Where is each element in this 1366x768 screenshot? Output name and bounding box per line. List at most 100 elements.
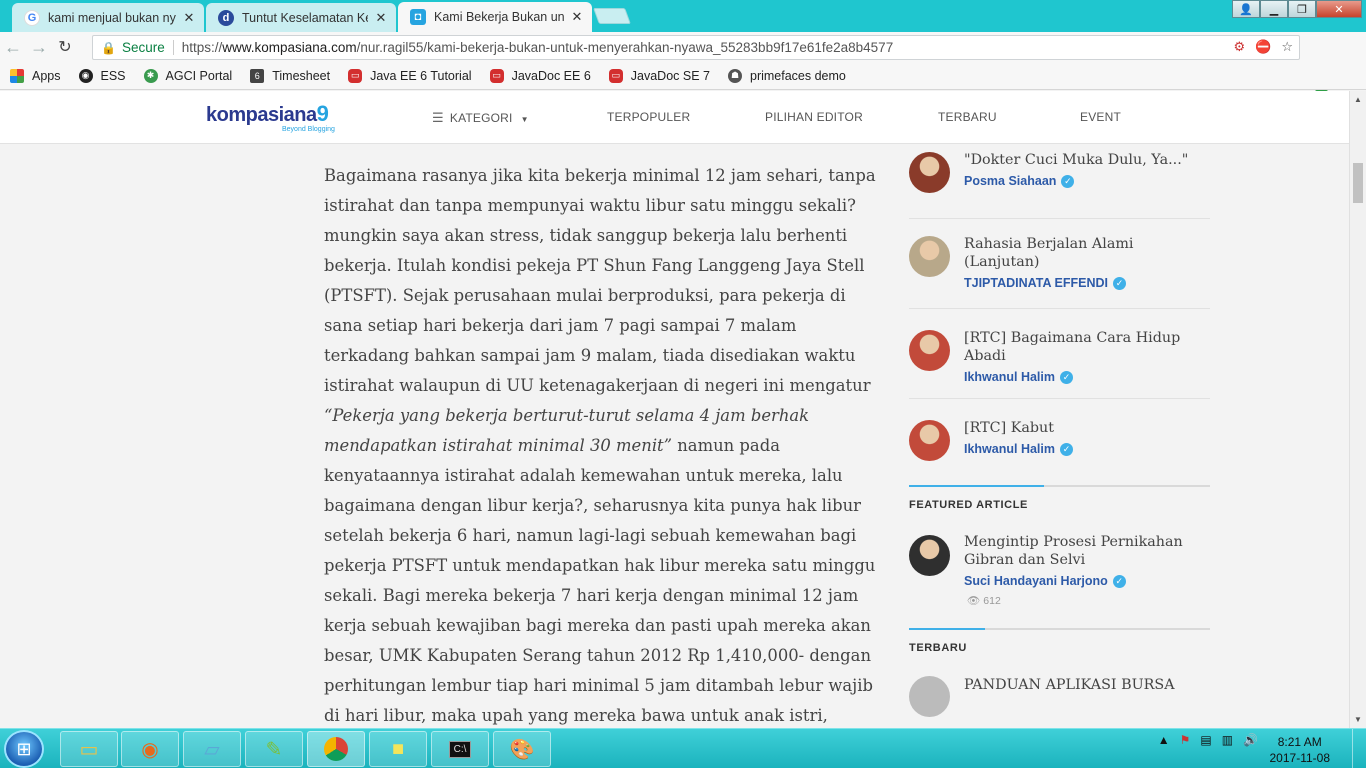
apps-grid-icon (10, 68, 24, 83)
scroll-thumb[interactable] (1353, 163, 1363, 203)
oracle-icon: ▭ (348, 68, 363, 83)
author-link[interactable]: Suci Handayani Harjono ✓ (964, 574, 1210, 588)
featured-article-title[interactable]: Mengintip Prosesi Pernikahan Gibran dan … (964, 533, 1210, 569)
tray-device-icon[interactable]: ▤ (1200, 733, 1211, 747)
close-tab-icon[interactable]: ✕ (374, 10, 388, 26)
taskbar-explorer[interactable]: ▭ (60, 731, 118, 767)
nav-label: KATEGORI (449, 111, 513, 125)
kompasiana-logo[interactable]: kompasiana9 Beyond Blogging (206, 101, 335, 133)
url-scheme: https:// (181, 40, 223, 55)
profile-button[interactable]: 👤 (1232, 0, 1260, 18)
ess-icon: ◉ (78, 68, 93, 83)
latest-article[interactable]: PANDUAN APLIKASI BURSA (909, 654, 1210, 717)
sidebar-article[interactable]: [RTC] Kabut Ikhwanul Halim ✓ (909, 399, 1210, 474)
heading-accent (909, 628, 985, 630)
bookmark-star-icon[interactable]: ☆ (1281, 39, 1293, 55)
show-desktop-button[interactable] (1352, 729, 1366, 768)
author-link[interactable]: Ikhwanul Halim ✓ (964, 370, 1210, 384)
avatar (909, 420, 950, 461)
bookmark-timesheet[interactable]: 6 Timesheet (250, 68, 330, 83)
address-bar[interactable]: 🔒 Secure https://www.kompasiana.com/nur.… (92, 35, 1300, 60)
taskbar-firefox[interactable]: ◉ (121, 731, 179, 767)
tab-kompasiana-active[interactable]: ◘ Kami Bekerja Bukan untu ✕ (398, 2, 592, 32)
bookmark-java-ee6-tutorial[interactable]: ▭ Java EE 6 Tutorial (348, 68, 472, 83)
new-tab-button[interactable] (593, 8, 631, 24)
scroll-up-icon[interactable]: ▲ (1354, 95, 1362, 104)
author-link[interactable]: Posma Siahaan ✓ (964, 174, 1210, 188)
tab-tuntut-keselamatan[interactable]: d Tuntut Keselamatan Kerja ✕ (206, 3, 396, 32)
oracle-icon: ▭ (489, 68, 504, 83)
verified-icon: ✓ (1112, 276, 1126, 290)
bookmark-ess[interactable]: ◉ ESS (78, 68, 126, 83)
bookmark-primefaces-demo[interactable]: ☗ primefaces demo (728, 68, 846, 83)
url-host: www.kompasiana.com (222, 40, 357, 55)
popup-blocked-icon[interactable]: ⛔ (1255, 39, 1271, 55)
close-tab-icon[interactable]: ✕ (570, 9, 584, 25)
taskbar-notepadpp[interactable]: ✎ (245, 731, 303, 767)
bookmark-label: ESS (100, 68, 126, 83)
latest-heading: TERBARU (909, 628, 1210, 654)
avatar (909, 676, 950, 717)
tab-title: kami menjual bukan nya (48, 10, 176, 25)
avatar (909, 330, 950, 371)
taskbar-notepad[interactable]: ▱ (183, 731, 241, 767)
browser-toolbar: ← → ↻ 🔒 Secure https://www.kompasiana.co… (0, 32, 1366, 91)
taskbar-paint[interactable]: 🎨 (493, 731, 551, 767)
taskbar-chrome[interactable] (307, 731, 365, 767)
sticky-notes-icon: ■ (391, 737, 405, 760)
timesheet-icon: 6 (250, 68, 265, 83)
sidebar-article-title[interactable]: "Dokter Cuci Muka Dulu, Ya..." (964, 151, 1210, 169)
bookmark-agci-portal[interactable]: ✱ AGCI Portal (143, 68, 233, 83)
close-window-button[interactable]: ✕ (1316, 0, 1362, 18)
view-count: 👁 612 (967, 594, 1210, 607)
bookmark-javadoc-se7[interactable]: ▭ JavaDoc SE 7 (608, 68, 710, 83)
bookmark-label: AGCI Portal (165, 68, 233, 83)
maximize-button[interactable]: ❐ (1288, 0, 1316, 18)
clock[interactable]: 8:21 AM 2017-11-08 (1270, 734, 1331, 766)
sidebar-article[interactable]: [RTC] Bagaimana Cara Hidup Abadi Ikhwanu… (909, 309, 1210, 399)
sidebar: "Dokter Cuci Muka Dulu, Ya..." Posma Sia… (909, 149, 1210, 717)
clock-date: 2017-11-08 (1269, 751, 1331, 765)
reload-icon[interactable]: ↻ (52, 37, 78, 57)
featured-article[interactable]: Mengintip Prosesi Pernikahan Gibran dan … (909, 511, 1210, 623)
nav-terpopuler[interactable]: TERPOPULER (607, 110, 690, 124)
minimize-button[interactable]: ▁ (1260, 0, 1288, 18)
back-icon[interactable]: ← (0, 37, 26, 58)
bookmark-label: primefaces demo (750, 68, 846, 83)
tray-network-icon[interactable]: ▥ (1222, 733, 1233, 747)
sidebar-article-title[interactable]: Rahasia Berjalan Alami (Lanjutan) (964, 235, 1210, 271)
nav-label: TERBARU (938, 110, 997, 124)
featured-heading: FEATURED ARTICLE (909, 485, 1210, 511)
primefaces-icon: ☗ (728, 68, 742, 83)
start-button[interactable]: ⊞ (4, 730, 44, 768)
cookie-blocked-icon[interactable]: ⚙ (1234, 39, 1246, 55)
author-link[interactable]: Ikhwanul Halim ✓ (964, 442, 1210, 456)
tray-flag-icon[interactable]: ⚑ (1180, 733, 1191, 747)
bookmark-javadoc-ee6[interactable]: ▭ JavaDoc EE 6 (489, 68, 591, 83)
tray-volume-icon[interactable]: 🔊 (1243, 733, 1258, 747)
google-icon: G (24, 9, 40, 26)
scroll-down-icon[interactable]: ▼ (1354, 715, 1362, 724)
paint-icon: 🎨 (509, 738, 535, 761)
vertical-scrollbar[interactable]: ▲ ▼ (1349, 91, 1366, 728)
sidebar-article-title[interactable]: [RTC] Kabut (964, 419, 1210, 437)
tab-google-search[interactable]: G kami menjual bukan nya ✕ (12, 3, 204, 32)
nav-terbaru[interactable]: TERBARU (938, 110, 997, 124)
nav-pilihan-editor[interactable]: PILIHAN EDITOR (765, 110, 863, 124)
forward-icon[interactable]: → (26, 37, 52, 58)
taskbar-cmd[interactable]: C:\ (431, 731, 489, 767)
latest-article-title[interactable]: PANDUAN APLIKASI BURSA (964, 676, 1210, 694)
nav-event[interactable]: EVENT (1080, 110, 1121, 124)
url-text[interactable]: https://www.kompasiana.com/nur.ragil55/k… (182, 40, 893, 55)
taskbar-sticky-notes[interactable]: ■ (369, 731, 427, 767)
sidebar-article[interactable]: "Dokter Cuci Muka Dulu, Ya..." Posma Sia… (909, 149, 1210, 219)
nav-kategori[interactable]: ☰ KATEGORI ▼ (432, 110, 529, 126)
tray-expand-icon[interactable]: ▲ (1158, 733, 1170, 747)
secure-label: Secure (122, 40, 174, 55)
caret-down-icon: ▼ (520, 115, 529, 124)
close-tab-icon[interactable]: ✕ (182, 10, 196, 26)
bookmark-apps[interactable]: Apps (10, 68, 61, 83)
author-link[interactable]: TJIPTADINATA EFFENDI ✓ (964, 276, 1210, 290)
sidebar-article-title[interactable]: [RTC] Bagaimana Cara Hidup Abadi (964, 329, 1210, 365)
sidebar-article[interactable]: Rahasia Berjalan Alami (Lanjutan) TJIPTA… (909, 219, 1210, 309)
